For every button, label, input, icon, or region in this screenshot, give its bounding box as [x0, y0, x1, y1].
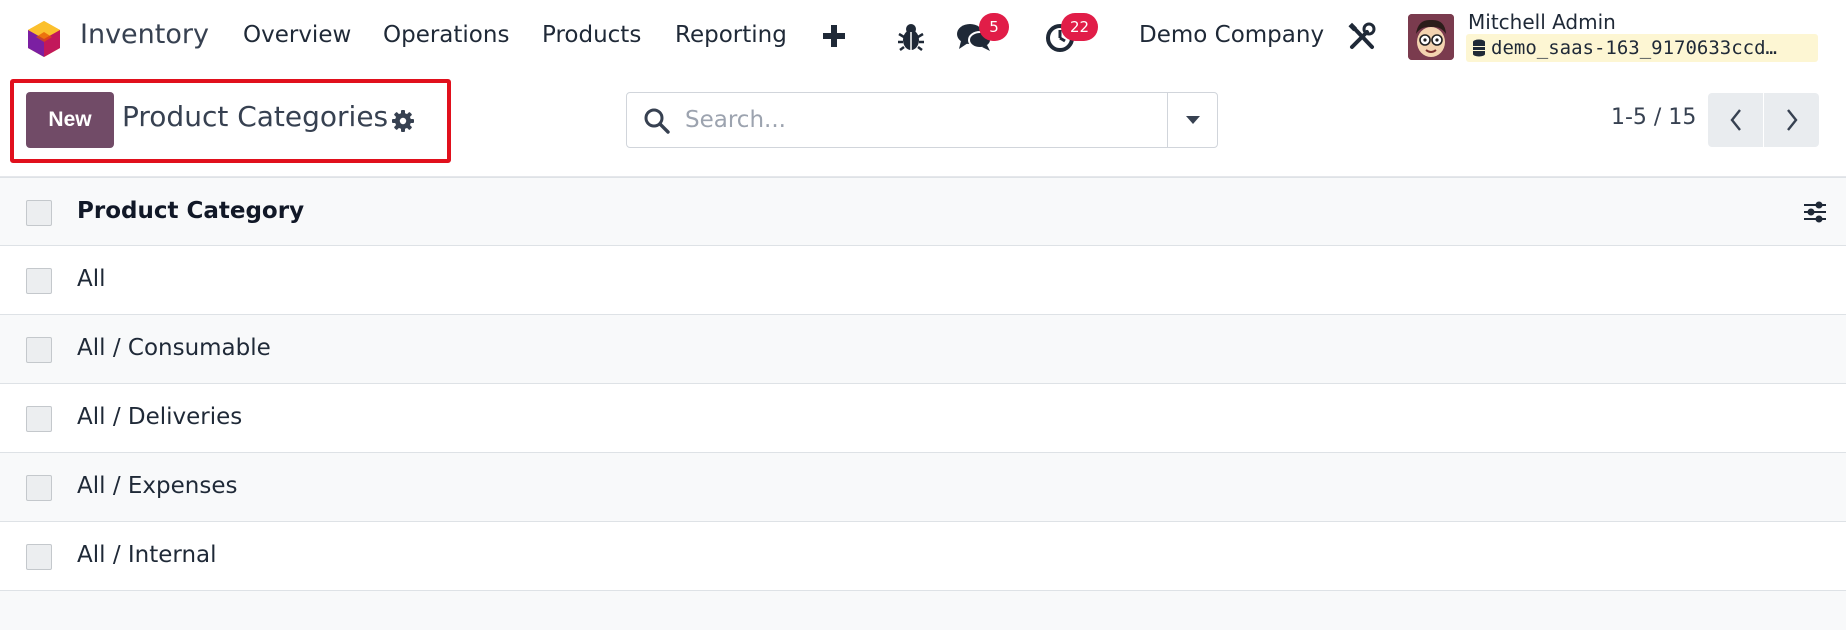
search-input[interactable]: [685, 103, 1155, 137]
pager-next-button[interactable]: [1764, 93, 1819, 147]
debug-tools-icon[interactable]: [1347, 22, 1377, 52]
caret-down-icon: [1186, 116, 1200, 124]
plus-icon[interactable]: [820, 20, 848, 52]
table-row[interactable]: All: [0, 246, 1846, 315]
row-checkbox[interactable]: [26, 337, 52, 363]
gear-icon[interactable]: [391, 109, 415, 133]
row-checkbox[interactable]: [26, 406, 52, 432]
search-options-toggle[interactable]: [1168, 93, 1218, 147]
row-checkbox[interactable]: [26, 475, 52, 501]
category-name[interactable]: All / Consumable: [77, 335, 271, 361]
table-row[interactable]: All / Deliveries: [0, 384, 1846, 453]
company-switcher[interactable]: Demo Company: [1139, 22, 1324, 48]
menu-products[interactable]: Products: [542, 22, 641, 48]
optional-columns-icon[interactable]: [1802, 199, 1828, 225]
chevron-left-icon: [1729, 109, 1741, 131]
activity-badge: 22: [1061, 13, 1099, 41]
category-name[interactable]: All / Expenses: [77, 473, 237, 499]
database-badge: demo_saas-163_9170633ccd…: [1466, 34, 1818, 62]
table-row[interactable]: All / Internal: [0, 522, 1846, 591]
new-button[interactable]: New: [26, 92, 114, 148]
category-name[interactable]: All / Deliveries: [77, 404, 242, 430]
row-checkbox[interactable]: [26, 544, 52, 570]
user-name[interactable]: Mitchell Admin: [1468, 10, 1616, 34]
menu-reporting[interactable]: Reporting: [675, 22, 787, 48]
menu-operations[interactable]: Operations: [383, 22, 509, 48]
app-name[interactable]: Inventory: [80, 19, 209, 50]
page-title: Product Categories: [122, 100, 389, 133]
category-name[interactable]: All: [77, 266, 106, 292]
bug-icon[interactable]: [896, 20, 926, 54]
list-view: Product Category All All / Consumable Al…: [0, 177, 1846, 591]
database-name: demo_saas-163_9170633ccd…: [1491, 37, 1777, 59]
row-checkbox[interactable]: [26, 268, 52, 294]
pager-value[interactable]: 1-5 / 15: [1611, 105, 1696, 130]
category-name[interactable]: All / Internal: [77, 542, 217, 568]
list-header-row: Product Category: [0, 177, 1846, 246]
search-icon: [644, 108, 670, 134]
pager-previous-button[interactable]: [1708, 93, 1763, 147]
table-row[interactable]: All / Expenses: [0, 453, 1846, 522]
column-header-product-category[interactable]: Product Category: [77, 198, 304, 224]
chat-badge: 5: [979, 13, 1009, 41]
search-bar: [626, 92, 1218, 148]
chevron-right-icon: [1786, 109, 1798, 131]
control-panel: New Product Categories 1-5 / 15: [0, 74, 1846, 177]
user-avatar[interactable]: [1408, 14, 1454, 60]
inventory-app-icon[interactable]: [26, 20, 62, 58]
database-icon: [1473, 39, 1485, 57]
menu-overview[interactable]: Overview: [243, 22, 351, 48]
table-row[interactable]: All / Consumable: [0, 315, 1846, 384]
top-navbar: Inventory Overview Operations Products R…: [0, 0, 1846, 74]
select-all-checkbox[interactable]: [26, 200, 52, 226]
